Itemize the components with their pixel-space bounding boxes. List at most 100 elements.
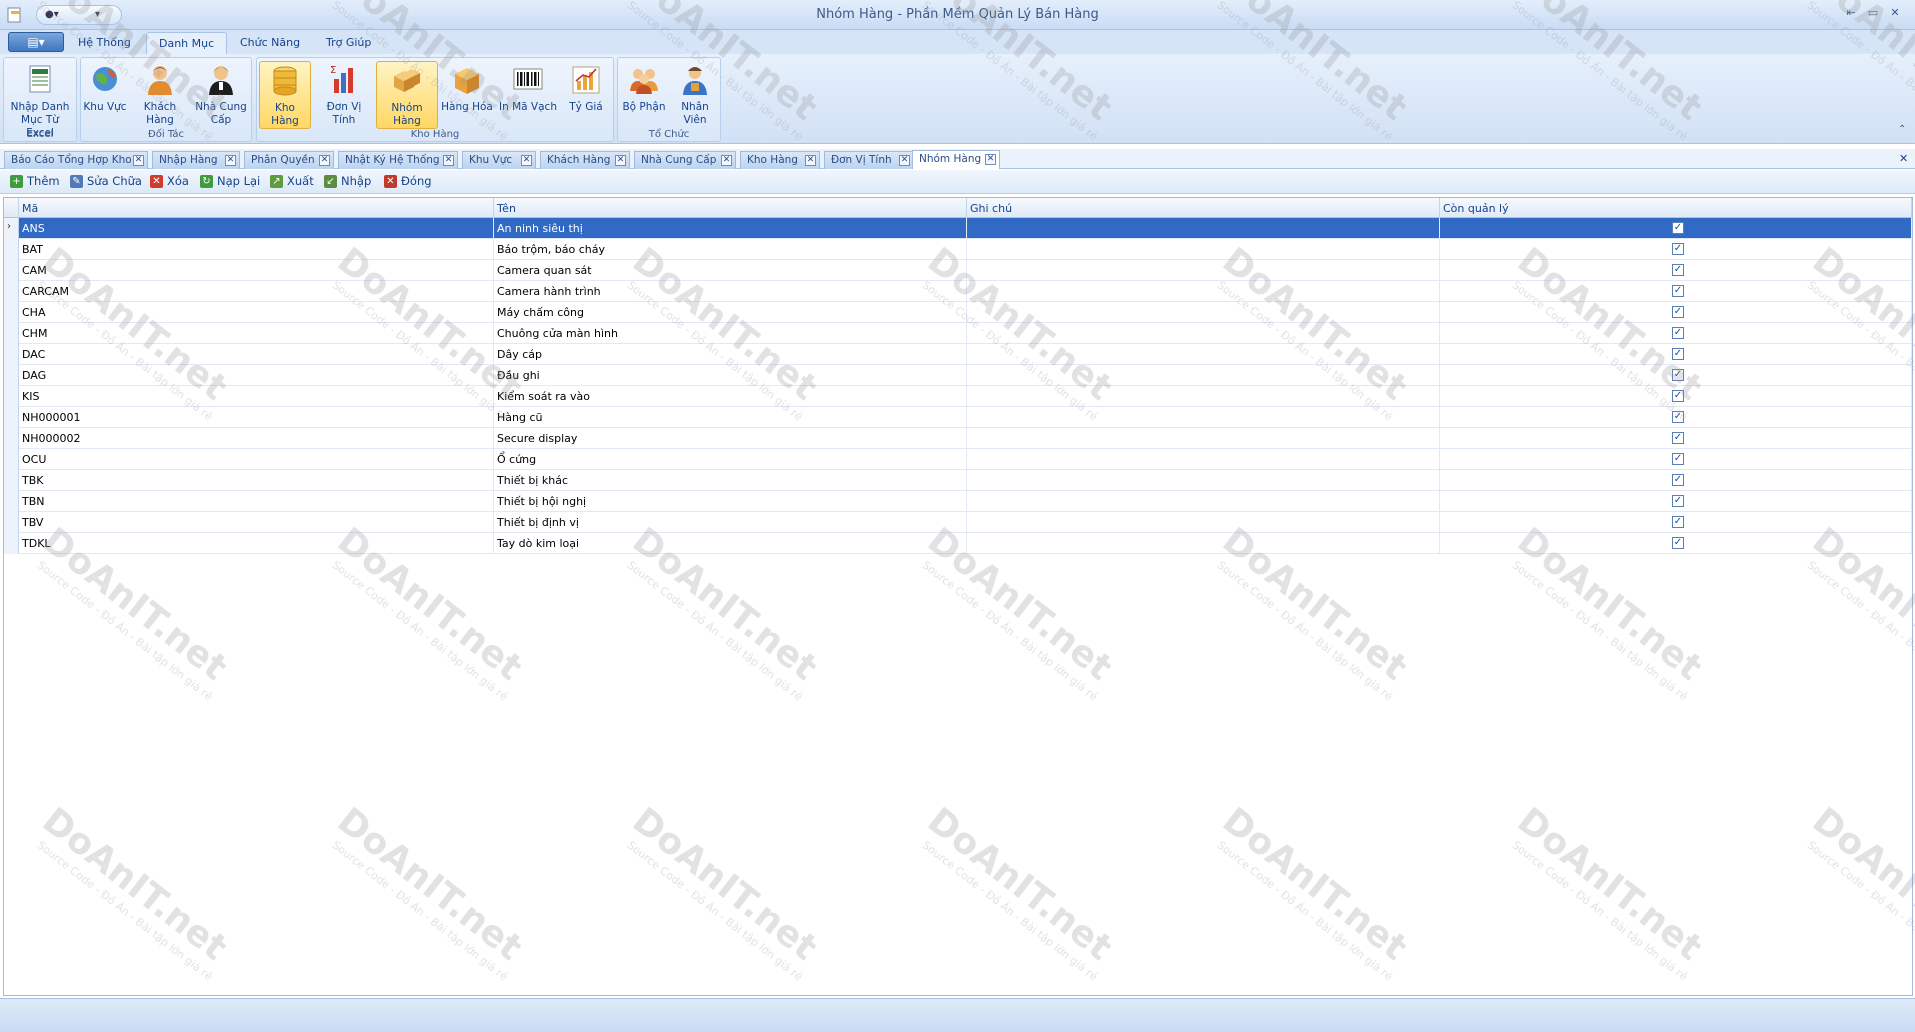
tab-danh-muc[interactable]: Danh Mục (146, 32, 228, 54)
cell-con-quan-ly[interactable]: ✓ (1440, 533, 1912, 554)
cell-con-quan-ly[interactable]: ✓ (1440, 407, 1912, 428)
doc-tab-don-vi-tinh[interactable]: Đơn Vị Tính ✕ (824, 151, 914, 169)
cell-ma[interactable]: CHA (19, 302, 494, 323)
cell-ghi-chu[interactable] (967, 302, 1440, 323)
cell-ghi-chu[interactable] (967, 365, 1440, 386)
con-quan-ly-checkbox[interactable]: ✓ (1672, 411, 1684, 423)
khu-vuc-button[interactable]: Khu Vực (83, 61, 127, 129)
cell-ma[interactable]: BAT (19, 239, 494, 260)
con-quan-ly-checkbox[interactable]: ✓ (1672, 495, 1684, 507)
cell-ghi-chu[interactable] (967, 386, 1440, 407)
cell-con-quan-ly[interactable]: ✓ (1440, 512, 1912, 533)
doc-tab-phan-quyen[interactable]: Phân Quyền ✕ (244, 151, 334, 169)
row-indicator[interactable] (4, 386, 19, 407)
khach-hang-button[interactable]: Khách Hàng (129, 61, 191, 129)
row-indicator[interactable] (4, 491, 19, 512)
cell-ten[interactable]: Thiết bị khác (494, 470, 967, 491)
cell-ten[interactable]: Tay dò kim loại (494, 533, 967, 554)
table-row[interactable]: CHA Máy chấm công ✓ (4, 302, 1912, 323)
cell-ten[interactable]: Dây cáp (494, 344, 967, 365)
cell-ghi-chu[interactable] (967, 470, 1440, 491)
table-row[interactable]: › ANS An ninh siêu thị ✓ (4, 218, 1912, 239)
con-quan-ly-checkbox[interactable]: ✓ (1672, 537, 1684, 549)
table-row[interactable]: KIS Kiểm soát ra vào ✓ (4, 386, 1912, 407)
minimize-icon[interactable]: ⇤ (1843, 6, 1859, 22)
cell-con-quan-ly[interactable]: ✓ (1440, 449, 1912, 470)
close-tab-icon[interactable]: ✕ (225, 155, 236, 166)
cell-con-quan-ly[interactable]: ✓ (1440, 218, 1912, 239)
con-quan-ly-checkbox[interactable]: ✓ (1672, 285, 1684, 297)
cell-con-quan-ly[interactable]: ✓ (1440, 491, 1912, 512)
cell-ten[interactable]: Thiết bị định vị (494, 512, 967, 533)
doc-tab-nha-cung-cap[interactable]: Nhà Cung Cấp ✕ (634, 151, 736, 169)
import-excel-button[interactable]: Nhập Danh Mục Từ Excel (6, 61, 74, 139)
row-indicator[interactable] (4, 323, 19, 344)
close-tab-icon[interactable]: ✕ (899, 155, 910, 166)
row-indicator[interactable] (4, 260, 19, 281)
table-row[interactable]: CARCAM Camera hành trình ✓ (4, 281, 1912, 302)
row-indicator[interactable] (4, 302, 19, 323)
cell-ghi-chu[interactable] (967, 428, 1440, 449)
hang-hoa-button[interactable]: Hàng Hóa (440, 61, 494, 129)
close-tab-icon[interactable]: ✕ (521, 155, 532, 166)
doc-tab-nhat-ky[interactable]: Nhật Ký Hệ Thống ✕ (338, 151, 458, 169)
ty-gia-button[interactable]: Tỷ Giá (561, 61, 611, 129)
cell-ma[interactable]: DAG (19, 365, 494, 386)
cell-ghi-chu[interactable] (967, 533, 1440, 554)
cell-ghi-chu[interactable] (967, 491, 1440, 512)
table-row[interactable]: TBV Thiết bị định vị ✓ (4, 512, 1912, 533)
con-quan-ly-checkbox[interactable]: ✓ (1672, 369, 1684, 381)
cell-con-quan-ly[interactable]: ✓ (1440, 281, 1912, 302)
row-indicator[interactable] (4, 281, 19, 302)
header-con-quan-ly[interactable]: Còn quản lý (1440, 198, 1912, 218)
con-quan-ly-checkbox[interactable]: ✓ (1672, 264, 1684, 276)
row-indicator[interactable] (4, 239, 19, 260)
con-quan-ly-checkbox[interactable]: ✓ (1672, 243, 1684, 255)
con-quan-ly-checkbox[interactable]: ✓ (1672, 453, 1684, 465)
table-row[interactable]: CHM Chuông cửa màn hình ✓ (4, 323, 1912, 344)
export-button[interactable]: ↗ Xuất (270, 174, 314, 190)
row-indicator[interactable] (4, 365, 19, 386)
cell-ghi-chu[interactable] (967, 260, 1440, 281)
cell-ma[interactable]: CHM (19, 323, 494, 344)
table-row[interactable]: TDKL Tay dò kim loại ✓ (4, 533, 1912, 554)
row-indicator[interactable] (4, 533, 19, 554)
table-row[interactable]: BAT Báo trộm, báo cháy ✓ (4, 239, 1912, 260)
nha-cung-cap-button[interactable]: Nhà Cung Cấp (193, 61, 249, 129)
add-button[interactable]: + Thêm (10, 174, 60, 190)
cell-ten[interactable]: Ổ cứng (494, 449, 967, 470)
row-indicator[interactable] (4, 512, 19, 533)
kho-hang-button[interactable]: Kho Hàng (259, 61, 311, 129)
nhom-hang-button[interactable]: Nhóm Hàng (376, 61, 438, 129)
cell-ghi-chu[interactable] (967, 218, 1440, 239)
row-indicator[interactable] (4, 407, 19, 428)
con-quan-ly-checkbox[interactable]: ✓ (1672, 222, 1684, 234)
cell-ghi-chu[interactable] (967, 407, 1440, 428)
cell-ma[interactable]: TBV (19, 512, 494, 533)
con-quan-ly-checkbox[interactable]: ✓ (1672, 306, 1684, 318)
cell-ten[interactable]: Kiểm soát ra vào (494, 386, 967, 407)
doc-tab-khach-hang[interactable]: Khách Hàng ✕ (540, 151, 630, 169)
cell-con-quan-ly[interactable]: ✓ (1440, 323, 1912, 344)
in-ma-vach-button[interactable]: In Mã Vạch (497, 61, 559, 129)
cell-ten[interactable]: Camera hành trình (494, 281, 967, 302)
cell-ma[interactable]: TDKL (19, 533, 494, 554)
bo-phan-button[interactable]: Bộ Phận (620, 61, 668, 129)
reload-button[interactable]: ↻ Nạp Lại (200, 174, 260, 190)
doc-tab-nhap-hang[interactable]: Nhập Hàng ✕ (152, 151, 240, 169)
nhom-hang-grid[interactable]: Mã Tên Ghi chú Còn quản lý › ANS An ninh s… (3, 197, 1913, 996)
row-indicator[interactable] (4, 470, 19, 491)
table-row[interactable]: DAG Đầu ghi ✓ (4, 365, 1912, 386)
cell-ma[interactable]: CAM (19, 260, 494, 281)
cell-ghi-chu[interactable] (967, 512, 1440, 533)
con-quan-ly-checkbox[interactable]: ✓ (1672, 348, 1684, 360)
close-tab-icon[interactable]: ✕ (615, 155, 626, 166)
cell-con-quan-ly[interactable]: ✓ (1440, 344, 1912, 365)
cell-con-quan-ly[interactable]: ✓ (1440, 239, 1912, 260)
cell-ma[interactable]: NH000001 (19, 407, 494, 428)
cell-con-quan-ly[interactable]: ✓ (1440, 428, 1912, 449)
cell-ten[interactable]: Thiết bị hội nghị (494, 491, 967, 512)
cell-ten[interactable]: Máy chấm công (494, 302, 967, 323)
doc-tab-kho-hang[interactable]: Kho Hàng ✕ (740, 151, 820, 169)
cell-con-quan-ly[interactable]: ✓ (1440, 302, 1912, 323)
